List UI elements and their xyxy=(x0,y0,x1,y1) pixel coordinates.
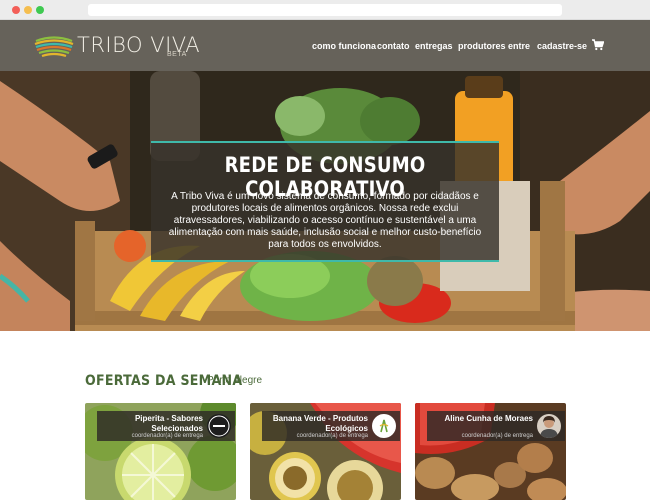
site-header: TRIBO VIVA BETA como funciona contato en… xyxy=(0,20,650,71)
nav-entre[interactable]: entre xyxy=(508,41,530,51)
card-label: Aline Cunha de Moraes coordenador(a) de … xyxy=(427,411,565,441)
producer-name: Aline Cunha de Moraes xyxy=(444,414,533,423)
offers-city[interactable]: Porto Alegre xyxy=(207,375,262,386)
hero-banner: REDE DE CONSUMO COLABORATIVO A Tribo Viv… xyxy=(0,71,650,331)
tribo-viva-logo-icon[interactable] xyxy=(33,32,75,60)
address-bar[interactable] xyxy=(88,4,562,16)
browser-chrome xyxy=(0,0,650,20)
offer-card-piperita[interactable]: Piperita - Sabores Selecionados coordena… xyxy=(85,403,236,500)
maximize-window-icon[interactable] xyxy=(36,6,44,14)
avatar xyxy=(372,414,396,438)
producer-role: coordenador(a) de entrega xyxy=(131,433,203,439)
minimize-window-icon[interactable] xyxy=(24,6,32,14)
nav-entregas[interactable]: entregas xyxy=(415,41,453,51)
close-window-icon[interactable] xyxy=(12,6,20,14)
person-avatar-icon xyxy=(540,416,558,438)
offer-card-aline-cunha[interactable]: Aline Cunha de Moraes coordenador(a) de … xyxy=(415,403,566,500)
avatar xyxy=(537,414,561,438)
producer-role: coordenador(a) de entrega xyxy=(296,433,368,439)
producer-role: coordenador(a) de entrega xyxy=(461,433,533,439)
offer-card-banana-verde[interactable]: Banana Verde - Produtos Ecológicos coord… xyxy=(250,403,401,500)
hero-description: A Tribo Viva é um novo sistema de consum… xyxy=(168,191,482,250)
beta-badge: BETA xyxy=(167,51,187,58)
nav-produtores[interactable]: produtores xyxy=(458,41,506,51)
banana-verde-logo-icon xyxy=(374,416,394,436)
nav-contato[interactable]: contato xyxy=(377,41,410,51)
card-label: Banana Verde - Produtos Ecológicos coord… xyxy=(262,411,400,441)
card-label: Piperita - Sabores Selecionados coordena… xyxy=(97,411,235,441)
producer-name: Piperita - Sabores Selecionados xyxy=(134,414,203,433)
hero-text-box: REDE DE CONSUMO COLABORATIVO A Tribo Viv… xyxy=(151,141,499,262)
shopping-cart-icon[interactable] xyxy=(592,39,604,51)
piperita-logo-icon xyxy=(208,415,230,437)
nav-cadastre-se[interactable]: cadastre-se xyxy=(537,41,587,51)
avatar xyxy=(207,414,231,438)
nav-como-funciona[interactable]: como funciona xyxy=(312,41,376,51)
producer-name: Banana Verde - Produtos Ecológicos xyxy=(272,414,368,433)
